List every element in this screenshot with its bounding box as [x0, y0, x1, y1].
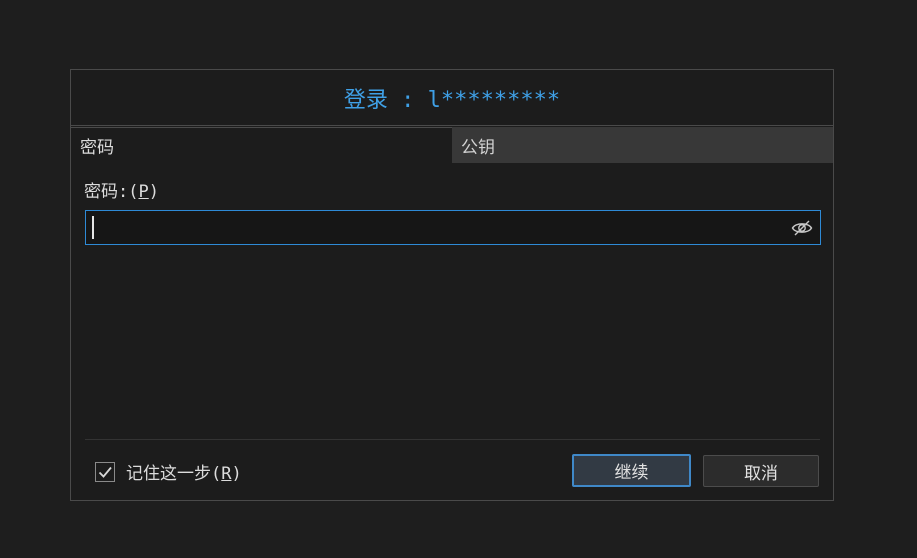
- remember-checkbox-row[interactable]: 记住这一步(R): [95, 459, 242, 484]
- tab-public-key[interactable]: 公钥: [452, 127, 833, 163]
- remember-label: 记住这一步(R): [126, 459, 242, 484]
- remember-label-prefix: 记住这一步(: [126, 464, 222, 484]
- remember-label-mnemonic: R: [221, 464, 232, 484]
- dialog-title: 登录 : l*********: [343, 87, 561, 113]
- checkmark-icon: [98, 466, 112, 478]
- continue-button[interactable]: 继续: [572, 454, 691, 487]
- password-field[interactable]: [85, 210, 821, 246]
- password-label-mnemonic: P: [138, 182, 149, 202]
- password-label: 密码:(P): [84, 177, 159, 202]
- text-caret: [92, 216, 94, 239]
- login-dialog: 登录 : l********* 密码 公钥 密码:(P) 记住这一步(R) 继续…: [70, 69, 834, 501]
- eye-slash-icon[interactable]: [790, 216, 814, 240]
- remember-checkbox[interactable]: [95, 461, 115, 482]
- password-label-prefix: 密码:(: [84, 182, 139, 202]
- remember-label-suffix: ): [231, 464, 242, 484]
- auth-tabs: 密码 公钥: [71, 127, 833, 163]
- password-input[interactable]: [86, 211, 785, 246]
- tab-public-key-label: 公钥: [461, 137, 495, 158]
- password-label-suffix: ): [148, 182, 159, 202]
- tab-password[interactable]: 密码: [71, 127, 452, 163]
- footer-divider: [85, 439, 820, 440]
- cancel-button[interactable]: 取消: [703, 455, 819, 487]
- tab-password-label: 密码: [80, 138, 114, 158]
- dialog-title-bar: 登录 : l*********: [71, 70, 833, 126]
